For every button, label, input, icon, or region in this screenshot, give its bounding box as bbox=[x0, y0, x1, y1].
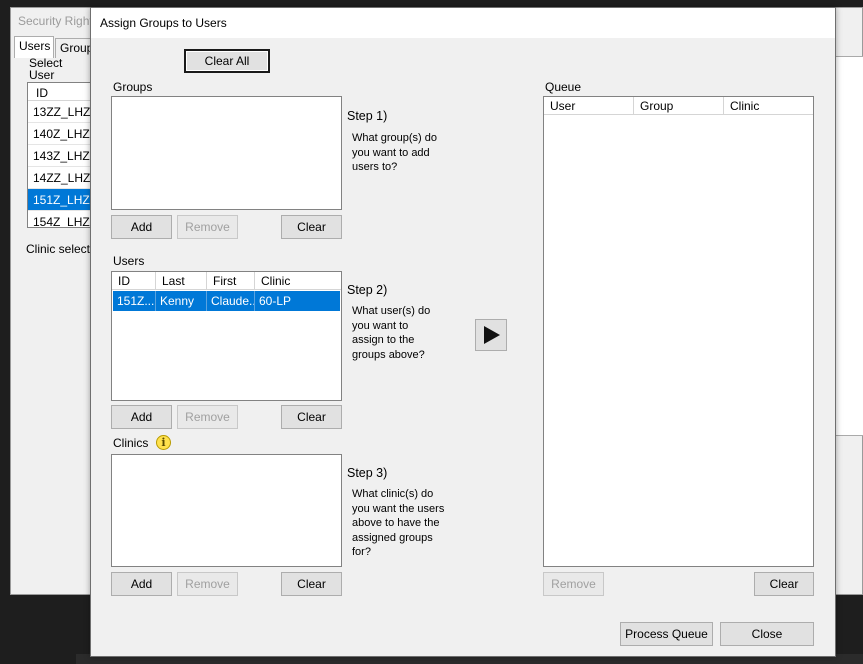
queue-col-clinic[interactable]: Clinic bbox=[724, 97, 813, 115]
users-grid[interactable]: ID Last First Clinic 151Z... Kenny Claud… bbox=[111, 271, 342, 401]
process-queue-button[interactable]: Process Queue bbox=[620, 622, 713, 646]
users-cell-id: 151Z... bbox=[113, 291, 156, 311]
select-user-label: Select User bbox=[29, 56, 63, 82]
assign-groups-dialog: Assign Groups to Users Clear All Groups … bbox=[90, 7, 836, 657]
table-row-selected[interactable]: 151Z_LHZ3 bbox=[28, 189, 92, 211]
users-cell-last: Kenny bbox=[156, 291, 207, 311]
play-arrow-icon bbox=[484, 326, 500, 344]
step3-heading: Step 3) bbox=[347, 466, 388, 480]
add-to-queue-button[interactable] bbox=[475, 319, 507, 351]
users-remove-button[interactable]: Remove bbox=[177, 405, 238, 429]
table-row[interactable]: 13ZZ_LHZ8 bbox=[28, 101, 92, 123]
user-grid[interactable]: ID 13ZZ_LHZ8 140Z_LHZ6 143Z_LHZ5 14ZZ_LH… bbox=[27, 82, 93, 228]
users-col-clinic[interactable]: Clinic bbox=[255, 272, 341, 290]
clear-all-button[interactable]: Clear All bbox=[184, 49, 270, 73]
dialog-title: Assign Groups to Users bbox=[100, 16, 227, 30]
queue-col-group[interactable]: Group bbox=[634, 97, 724, 115]
clinics-list[interactable] bbox=[111, 454, 342, 567]
info-icon[interactable]: i bbox=[156, 435, 171, 450]
clinic-selected-label: Clinic selecte bbox=[26, 242, 97, 256]
users-grid-header: ID Last First Clinic bbox=[112, 272, 341, 290]
table-row[interactable]: 154Z_LHZ3 bbox=[28, 211, 92, 227]
step1-text: What group(s) do you want to add users t… bbox=[352, 132, 437, 173]
clinics-label: Clinics bbox=[113, 436, 149, 450]
queue-col-user[interactable]: User bbox=[544, 97, 634, 115]
table-row[interactable]: 151Z... Kenny Claude... 60-LP bbox=[113, 291, 340, 311]
close-button[interactable]: Close bbox=[720, 622, 814, 646]
users-col-first[interactable]: First bbox=[207, 272, 255, 290]
groups-add-button[interactable]: Add bbox=[111, 215, 172, 239]
queue-clear-button[interactable]: Clear bbox=[754, 572, 814, 596]
step2-heading: Step 2) bbox=[347, 283, 388, 297]
background-panel-edge bbox=[836, 56, 863, 436]
user-grid-header-id[interactable]: ID bbox=[28, 83, 92, 101]
clinics-remove-button[interactable]: Remove bbox=[177, 572, 238, 596]
groups-remove-button[interactable]: Remove bbox=[177, 215, 238, 239]
users-cell-first: Claude... bbox=[207, 291, 255, 311]
queue-grid-header: User Group Clinic bbox=[544, 97, 813, 115]
step1-heading: Step 1) bbox=[347, 109, 388, 123]
queue-label: Queue bbox=[545, 80, 582, 94]
users-cell-clinic: 60-LP bbox=[259, 294, 292, 308]
table-row[interactable]: 140Z_LHZ6 bbox=[28, 123, 92, 145]
queue-grid[interactable]: User Group Clinic bbox=[543, 96, 814, 567]
groups-label: Groups bbox=[113, 80, 153, 94]
users-add-button[interactable]: Add bbox=[111, 405, 172, 429]
groups-clear-button[interactable]: Clear bbox=[281, 215, 342, 239]
table-row[interactable]: 143Z_LHZ5 bbox=[28, 145, 92, 167]
tab-users[interactable]: Users bbox=[14, 36, 54, 58]
queue-remove-button[interactable]: Remove bbox=[543, 572, 604, 596]
groups-list[interactable] bbox=[111, 96, 342, 210]
step2-text: What user(s) do you want to assign to th… bbox=[352, 305, 431, 361]
clinics-clear-button[interactable]: Clear bbox=[281, 572, 342, 596]
step3-text: What clinic(s) do you want the users abo… bbox=[352, 488, 445, 558]
users-col-id[interactable]: ID bbox=[112, 272, 156, 290]
security-rights-title: Security Right bbox=[18, 14, 93, 28]
clinics-add-button[interactable]: Add bbox=[111, 572, 172, 596]
users-col-last[interactable]: Last bbox=[156, 272, 207, 290]
dialog-titlebar[interactable]: Assign Groups to Users bbox=[91, 8, 835, 38]
users-clear-button[interactable]: Clear bbox=[281, 405, 342, 429]
table-row[interactable]: 14ZZ_LHZ8 bbox=[28, 167, 92, 189]
users-label: Users bbox=[113, 254, 145, 268]
